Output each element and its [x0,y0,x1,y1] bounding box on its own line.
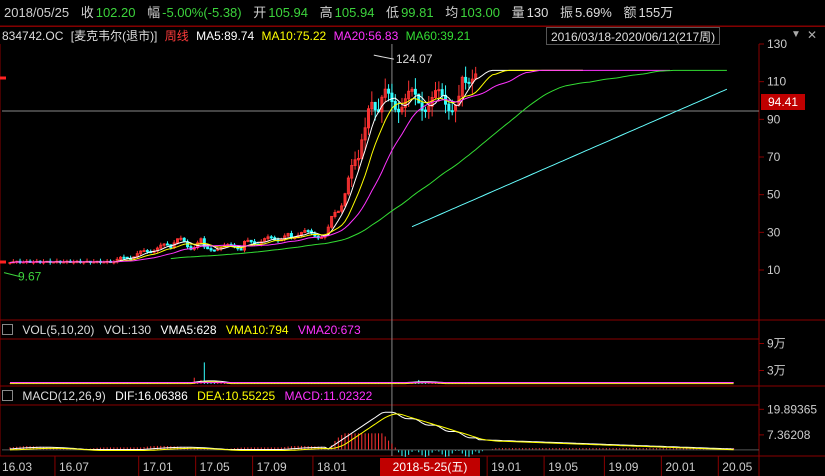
vol-value: VOL:130 [103,323,152,337]
x-tick-label: 17.01 [143,460,173,474]
min-price-label: 9.67 [18,270,42,284]
candle-body [212,249,216,252]
x-tick-label: 18.01 [317,460,347,474]
candle-body [179,237,183,240]
candle-body [145,250,149,253]
vma5-value: VMA5:628 [160,323,217,337]
x-tick-label: 17.05 [200,460,230,474]
x-tick-label: 16.07 [59,460,89,474]
y-tick-label: 70 [767,150,781,164]
ma10-line [9,69,583,263]
candle-body [437,89,441,92]
x-tick-label: 20.05 [722,460,752,474]
dif-value: DIF:16.06386 [115,389,188,403]
candle-body [320,236,324,239]
current-price-badge: 94.41 [761,94,805,110]
macd-header: MACD(12,26,9) DIF:16.06386 DEA:10.55225 … [0,387,378,405]
cursor-date-badge: 2018-5-25(五) [380,458,480,476]
max-pointer [373,54,394,60]
candle-body [467,81,471,84]
candle-body [440,89,444,96]
checkbox-icon[interactable] [2,390,13,401]
candle-body [306,230,310,233]
candle-body [209,248,213,251]
macd-indicator-name[interactable]: MACD(12,26,9) [22,389,105,403]
candle-body [269,236,273,239]
y-tick-label: 30 [767,225,781,239]
macd-value: MACD:11.02322 [284,389,373,403]
y-tick-label: 50 [767,188,781,202]
max-price-label: 124.07 [396,52,433,66]
y-tick-label: 9万 [767,337,786,351]
long-average-line [411,88,728,228]
ma5-line [9,69,583,263]
ma20-line [9,69,670,263]
candle-body [249,239,253,243]
candle-body [413,88,417,95]
candle-body [464,76,468,83]
candle-body [182,237,186,243]
candle-body [420,102,424,111]
y-tick-label: 3万 [767,364,786,378]
x-tick-label: 19.05 [548,460,578,474]
vol-indicator-name[interactable]: VOL(5,10,20) [22,323,94,337]
x-tick-label: 16.03 [2,460,32,474]
candle-body [450,110,454,113]
candle-body [122,256,126,259]
y-tick-label: 90 [767,112,781,126]
x-tick-label: 19.09 [608,460,638,474]
candle-body [373,101,377,111]
y-tick-label: 110 [767,75,786,89]
candle-body [390,92,394,103]
candle-body [387,88,391,94]
volume-header: VOL(5,10,20) VOL:130 VMA5:628 VMA10:794 … [0,321,367,339]
x-tick-label: 17.09 [257,460,287,474]
vma10-value: VMA10:794 [225,323,289,337]
checkbox-icon[interactable] [2,324,13,335]
candle-body [239,248,243,251]
y-tick-label: 19.89365 [767,402,817,416]
y-tick-label: 7.36208 [767,428,811,442]
candle-body [165,243,169,246]
candle-body [397,108,401,113]
x-tick-label: 19.01 [491,460,521,474]
candle-body [142,250,146,253]
y-tick-label: 130 [767,37,787,51]
candle-body [423,109,427,112]
y-tick-label: 10 [767,263,781,277]
x-tick-label: 20.01 [665,460,695,474]
candle-body [206,246,210,250]
candle-body [447,103,451,112]
dea-value: DEA:10.55225 [197,389,276,403]
vma20-value: VMA20:673 [297,323,361,337]
